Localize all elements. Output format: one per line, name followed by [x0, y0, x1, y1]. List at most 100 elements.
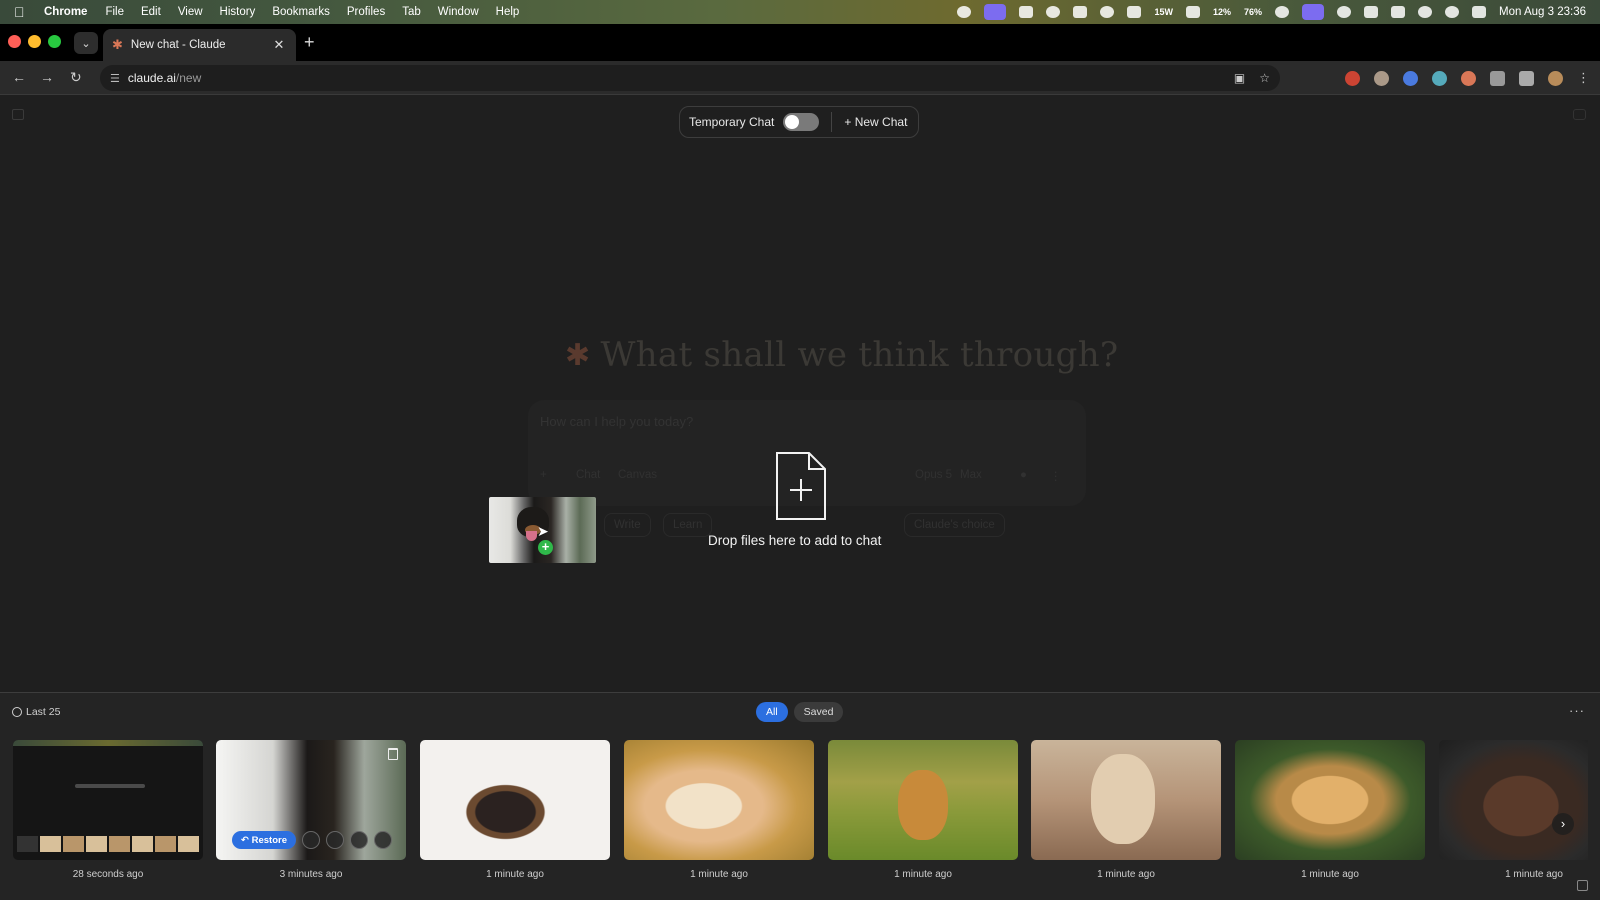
effort-selector[interactable]: Max	[960, 469, 982, 481]
extension-react-icon[interactable]	[1432, 70, 1447, 86]
menu-help[interactable]: Help	[496, 6, 520, 18]
site-settings-icon[interactable]: ☰	[110, 72, 120, 85]
voice-mode-icon[interactable]: ⋮	[1050, 469, 1062, 483]
apple-menu-icon[interactable]: 	[14, 4, 30, 20]
clip-image	[1031, 740, 1221, 860]
menu-view[interactable]: View	[178, 6, 203, 18]
menu-file[interactable]: File	[105, 6, 124, 18]
extension-record-icon[interactable]	[1345, 70, 1360, 86]
power-readout[interactable]: 15W	[1154, 7, 1173, 17]
new-chat-button[interactable]: + New Chat	[844, 115, 907, 129]
mode-chat[interactable]: Chat	[576, 469, 600, 481]
forward-icon[interactable]: →	[40, 69, 54, 85]
restore-button[interactable]: ↶ Restore	[232, 831, 296, 849]
back-icon[interactable]: ←	[12, 69, 26, 85]
install-app-icon[interactable]: ▣	[1234, 71, 1245, 85]
status-circle-icon[interactable]	[1100, 6, 1115, 18]
clip-thumbnail[interactable]: ›	[1439, 740, 1588, 860]
model-selector[interactable]: Opus 5	[915, 469, 952, 481]
temporary-chat-toggle[interactable]	[783, 113, 820, 131]
menu-profiles[interactable]: Profiles	[347, 6, 385, 18]
suggestion-learn[interactable]: Learn	[663, 513, 713, 537]
clip-image	[1439, 740, 1588, 860]
trash-icon[interactable]	[388, 748, 398, 760]
attach-plus-icon[interactable]: +	[540, 469, 547, 481]
extension-claude-icon[interactable]	[1461, 70, 1476, 86]
window-minimize-button[interactable]	[28, 35, 41, 48]
temporary-chat-label: Temporary Chat	[689, 115, 775, 129]
bookmark-star-icon[interactable]: ☆	[1259, 71, 1270, 85]
copy-icon[interactable]	[301, 831, 320, 849]
ram-readout[interactable]: 76%	[1244, 7, 1262, 17]
chrome-menu-icon[interactable]: ⋮	[1577, 70, 1590, 86]
filter-saved[interactable]: Saved	[793, 702, 844, 722]
mode-canvas[interactable]: Canvas	[618, 469, 657, 481]
clip-thumbnail[interactable]: ↶ Restore	[216, 740, 406, 860]
address-bar[interactable]: ☰ claude.ai/new ▣ ☆	[100, 65, 1280, 91]
status-f-icon[interactable]	[1073, 6, 1088, 18]
menubar-clock[interactable]: Mon Aug 3 23:36	[1499, 6, 1586, 18]
file-plus-icon	[776, 452, 826, 520]
profile-avatar[interactable]	[1548, 70, 1563, 86]
control-center-icon[interactable]	[1472, 6, 1487, 18]
tab-close-icon[interactable]: ✕	[270, 37, 288, 53]
chat-top-controls: Temporary Chat + New Chat	[679, 106, 919, 138]
status-app-icon[interactable]	[957, 6, 972, 18]
user-status-icon[interactable]	[1337, 6, 1352, 18]
filter-all[interactable]: All	[756, 702, 788, 722]
clip-thumbnail[interactable]	[420, 740, 610, 860]
suggestion-claudes-choice[interactable]: Claude's choice	[904, 513, 1005, 537]
tab-active[interactable]: ✱ New chat - Claude ✕	[103, 29, 296, 61]
clip-thumbnail[interactable]	[624, 740, 814, 860]
scroll-right-icon[interactable]: ›	[1552, 813, 1574, 835]
clip-thumbnail[interactable]	[828, 740, 1018, 860]
menu-bookmarks[interactable]: Bookmarks	[272, 6, 330, 18]
pin-icon[interactable]	[373, 831, 392, 849]
composer-placeholder[interactable]: How can I help you today?	[540, 414, 693, 429]
sidebar-toggle-icon[interactable]	[12, 109, 24, 120]
claude-page: Temporary Chat + New Chat ✱ What shall w…	[0, 95, 1600, 692]
macos-menubar:  Chrome File Edit View History Bookmark…	[0, 0, 1600, 24]
screen-record-icon[interactable]	[984, 4, 1007, 20]
downloads-icon[interactable]	[1519, 70, 1534, 86]
extensions-puzzle-icon[interactable]	[1490, 70, 1505, 86]
new-tab-button[interactable]: +	[304, 32, 315, 53]
battery-icon[interactable]	[1391, 6, 1406, 18]
clip-thumbnail[interactable]	[13, 740, 203, 860]
artifacts-panel-icon[interactable]	[1573, 109, 1586, 120]
microphone-icon[interactable]: ●	[1020, 469, 1027, 481]
cpu-readout[interactable]: 12%	[1213, 7, 1231, 17]
extension-password-icon[interactable]	[1403, 70, 1418, 86]
window-close-button[interactable]	[8, 35, 21, 48]
tab-search-button[interactable]: ⌄	[74, 32, 98, 54]
more-options-icon[interactable]: ···	[1569, 703, 1585, 718]
status-s-icon[interactable]	[1019, 6, 1034, 18]
moon-icon[interactable]	[1275, 6, 1290, 18]
menu-window[interactable]: Window	[438, 6, 479, 18]
menu-tab[interactable]: Tab	[402, 6, 421, 18]
network-arrows-icon[interactable]	[1186, 6, 1200, 18]
clip-image	[1235, 740, 1425, 860]
menu-history[interactable]: History	[220, 6, 256, 18]
spotlight-search-icon[interactable]	[1445, 6, 1460, 18]
suggestion-write[interactable]: Write	[604, 513, 651, 537]
reload-icon[interactable]: ↻	[70, 69, 82, 86]
status-dots-icon[interactable]	[1046, 6, 1061, 18]
expand-icon[interactable]	[1577, 880, 1588, 891]
app-menu[interactable]: Chrome	[44, 6, 87, 18]
wifi-icon[interactable]	[1418, 6, 1433, 18]
window-zoom-button[interactable]	[48, 35, 61, 48]
share-icon[interactable]	[349, 831, 368, 849]
thermometer-icon[interactable]	[1127, 6, 1142, 18]
bluetooth-icon[interactable]	[1364, 6, 1379, 18]
extension-face-icon[interactable]	[1374, 70, 1389, 86]
screenshot-greeting	[75, 784, 145, 788]
clip-thumbnail[interactable]	[1031, 740, 1221, 860]
clip-time: 28 seconds ago	[72, 869, 144, 880]
save-icon[interactable]	[325, 831, 344, 849]
toggle-knob	[785, 115, 800, 129]
claude-spark-icon: ✱	[565, 337, 591, 373]
screen-mirror-icon[interactable]	[1302, 4, 1325, 20]
clip-thumbnail[interactable]	[1235, 740, 1425, 860]
menu-edit[interactable]: Edit	[141, 6, 161, 18]
